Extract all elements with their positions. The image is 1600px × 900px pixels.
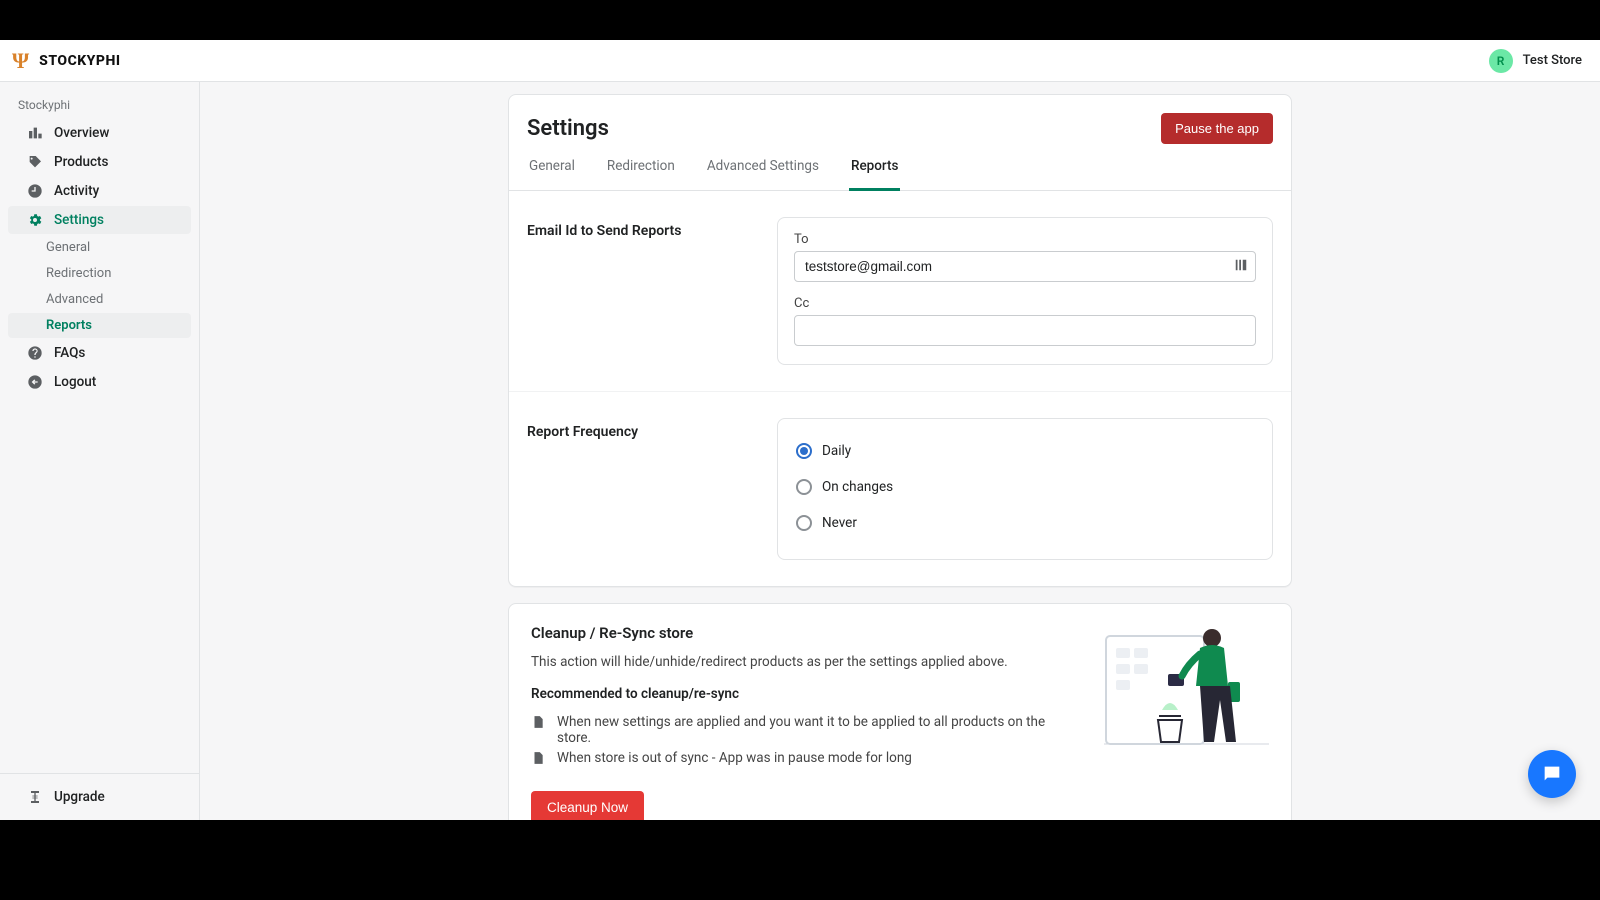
- sidebar-item-logout[interactable]: Logout: [8, 368, 191, 396]
- chat-fab[interactable]: [1528, 750, 1576, 798]
- to-label: To: [794, 232, 1256, 247]
- brand-name: STOCKYPHI: [39, 53, 120, 69]
- settings-card: Settings Pause the app General Redirecti…: [508, 94, 1292, 587]
- radio-icon: [796, 443, 812, 459]
- cleanup-bullet: When store is out of sync - App was in p…: [531, 748, 1074, 769]
- radio-never[interactable]: Never: [794, 505, 1256, 541]
- sidebar-sub-reports[interactable]: Reports: [8, 313, 191, 338]
- pause-app-button[interactable]: Pause the app: [1161, 113, 1273, 144]
- sidebar-sub-redirection[interactable]: Redirection: [8, 261, 191, 286]
- sidebar-item-products[interactable]: Products: [8, 148, 191, 176]
- radio-on-changes[interactable]: On changes: [794, 469, 1256, 505]
- tab-redirection[interactable]: Redirection: [605, 158, 677, 191]
- clock-icon: [26, 182, 44, 200]
- cc-label: Cc: [794, 296, 1256, 311]
- doc-icon: [531, 751, 547, 767]
- tab-general[interactable]: General: [527, 158, 577, 191]
- radio-label: On changes: [822, 479, 893, 495]
- store-switcher[interactable]: R Test Store: [1489, 49, 1582, 73]
- help-icon: [26, 344, 44, 362]
- chat-icon: [1541, 763, 1563, 785]
- sidebar-item-label: Activity: [54, 183, 99, 199]
- logout-icon: [26, 373, 44, 391]
- sidebar-item-label: Logout: [54, 374, 96, 390]
- sidebar: Stockyphi Overview Products Activity: [0, 82, 200, 820]
- frequency-panel: Daily On changes Never: [777, 418, 1273, 560]
- cleanup-now-button[interactable]: Cleanup Now: [531, 791, 644, 820]
- sidebar-upgrade[interactable]: Upgrade: [8, 783, 191, 811]
- cc-input[interactable]: [794, 315, 1256, 346]
- cleanup-illustration: [1104, 624, 1269, 820]
- logo-mark-icon: Ψ: [12, 48, 29, 74]
- sidebar-sub-general[interactable]: General: [8, 235, 191, 260]
- app-header: Ψ STOCKYPHI R Test Store: [0, 40, 1600, 82]
- radio-daily[interactable]: Daily: [794, 433, 1256, 469]
- logo[interactable]: Ψ STOCKYPHI: [12, 48, 121, 74]
- doc-icon: [531, 715, 547, 731]
- sidebar-item-overview[interactable]: Overview: [8, 119, 191, 147]
- frequency-heading: Report Frequency: [527, 418, 757, 560]
- cleanup-subheading: Recommended to cleanup/re-sync: [531, 686, 1074, 702]
- sidebar-item-settings[interactable]: Settings: [8, 206, 191, 234]
- email-section-heading: Email Id to Send Reports: [527, 217, 757, 365]
- dollar-icon: [26, 788, 44, 806]
- sidebar-item-label: FAQs: [54, 345, 85, 361]
- sidebar-item-label: Products: [54, 154, 108, 170]
- bullet-text: When store is out of sync - App was in p…: [557, 750, 912, 766]
- radio-icon: [796, 479, 812, 495]
- bullet-text: When new settings are applied and you wa…: [557, 714, 1074, 746]
- gear-icon: [26, 211, 44, 229]
- sidebar-item-label: Upgrade: [54, 789, 105, 805]
- cleanup-card: Cleanup / Re-Sync store This action will…: [508, 603, 1292, 820]
- radio-label: Never: [822, 515, 857, 531]
- sidebar-item-label: Settings: [54, 212, 104, 228]
- radio-icon: [796, 515, 812, 531]
- sidebar-item-label: Overview: [54, 125, 109, 141]
- cleanup-desc: This action will hide/unhide/redirect pr…: [531, 654, 1074, 670]
- settings-tabs: General Redirection Advanced Settings Re…: [509, 144, 1291, 191]
- to-input[interactable]: [794, 251, 1256, 282]
- sidebar-item-faqs[interactable]: FAQs: [8, 339, 191, 367]
- frequency-section: Report Frequency Daily On changes: [509, 391, 1291, 586]
- email-section: Email Id to Send Reports To Cc: [509, 191, 1291, 391]
- cleanup-bullet: When new settings are applied and you wa…: [531, 712, 1074, 748]
- overview-icon: [26, 124, 44, 142]
- tab-reports[interactable]: Reports: [849, 158, 901, 191]
- sidebar-section-label: Stockyphi: [0, 94, 199, 118]
- page-title: Settings: [527, 116, 609, 141]
- password-manager-icon[interactable]: [1234, 258, 1248, 276]
- tab-advanced-settings[interactable]: Advanced Settings: [705, 158, 821, 191]
- sidebar-sub-advanced[interactable]: Advanced: [8, 287, 191, 312]
- main-content: Settings Pause the app General Redirecti…: [200, 82, 1600, 820]
- radio-label: Daily: [822, 443, 851, 459]
- avatar: R: [1489, 49, 1513, 73]
- store-name: Test Store: [1523, 53, 1582, 68]
- sidebar-item-activity[interactable]: Activity: [8, 177, 191, 205]
- cleanup-title: Cleanup / Re-Sync store: [531, 624, 1074, 642]
- email-panel: To Cc: [777, 217, 1273, 365]
- tag-icon: [26, 153, 44, 171]
